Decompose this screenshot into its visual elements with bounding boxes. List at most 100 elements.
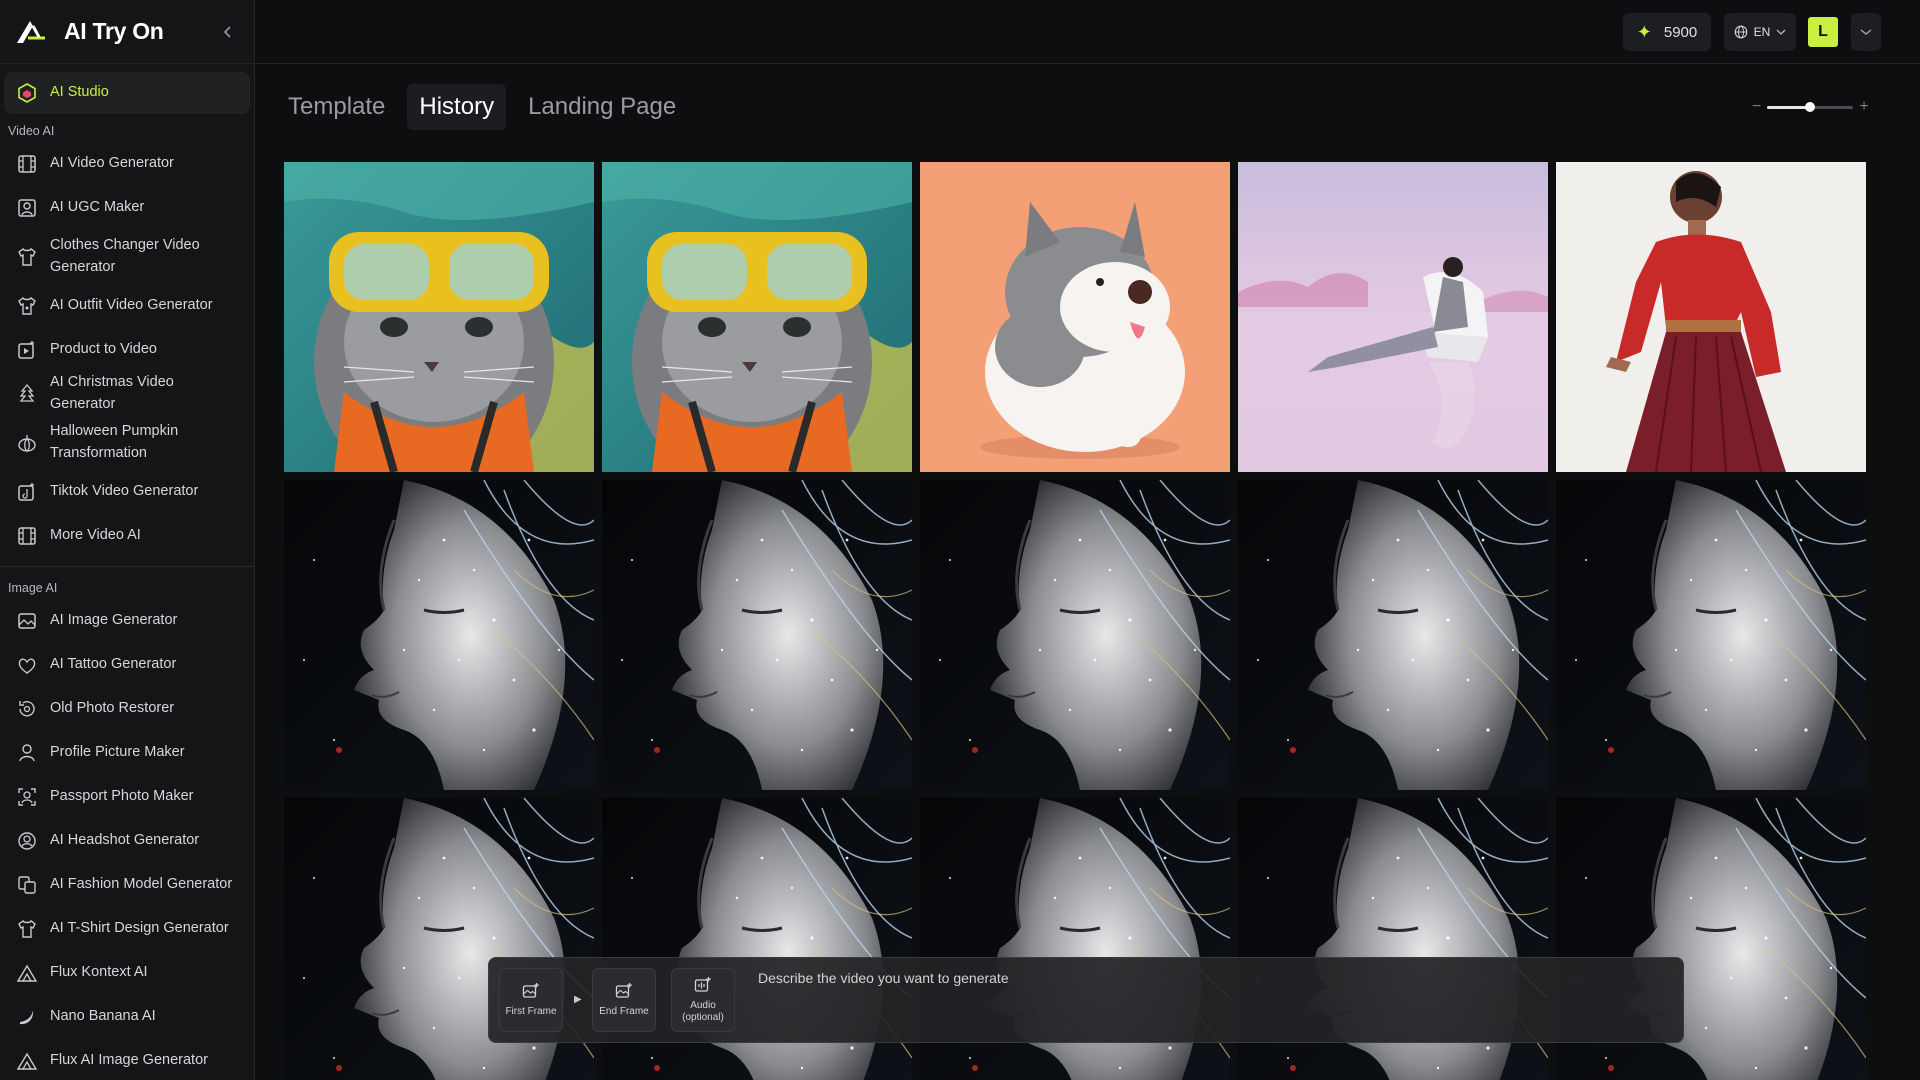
- chevron-down-icon: [1776, 29, 1786, 35]
- sidebar-item-label: Old Photo Restorer: [50, 700, 175, 717]
- sidebar-item-ai-ugc-maker[interactable]: AI UGC Maker: [4, 186, 250, 230]
- thumbnail-image: [920, 480, 1230, 790]
- thumbnail-image: [1238, 162, 1548, 472]
- sidebar-item-label: AI Studio: [50, 84, 109, 101]
- sidebar-item-ai-image-generator[interactable]: AI Image Generator: [4, 599, 250, 643]
- history-thumbnail[interactable]: [1556, 162, 1866, 472]
- sidebar-item-ai-headshot-generator[interactable]: AI Headshot Generator: [4, 819, 250, 863]
- sidebar-item-label: AI Christmas Video Generator: [50, 374, 174, 412]
- credits-badge[interactable]: ✦ 5900: [1623, 13, 1711, 51]
- film-icon: [18, 527, 36, 545]
- history-thumbnail[interactable]: [920, 162, 1230, 472]
- sidebar-item-label: Flux AI Image Generator: [50, 1052, 208, 1069]
- history-thumbnail[interactable]: [602, 480, 912, 790]
- sidebar-item-label: AI Fashion Model Generator: [50, 876, 233, 893]
- sidebar-item-ai-studio[interactable]: AI Studio: [4, 72, 250, 114]
- sidebar-divider: [0, 566, 254, 567]
- zoom-in-button[interactable]: +: [1859, 98, 1868, 116]
- film-icon: [18, 155, 36, 173]
- passport-icon: [18, 788, 36, 806]
- history-thumbnail[interactable]: [284, 480, 594, 790]
- sidebar-item-label: Halloween Pumpkin Transformation: [50, 423, 179, 461]
- history-thumbnail[interactable]: [920, 480, 1230, 790]
- thumbnail-image: [284, 162, 594, 472]
- audio-label: Audio (optional): [682, 999, 724, 1024]
- first-frame-label: First Frame: [505, 1005, 557, 1017]
- history-thumbnail[interactable]: [1238, 162, 1548, 472]
- zoom-slider-fill: [1767, 105, 1811, 109]
- thumbnail-image: [284, 480, 594, 790]
- tab-bar: Template History Landing Page: [276, 84, 688, 130]
- history-thumbnail[interactable]: [1556, 480, 1866, 790]
- tattoo-icon: [18, 658, 36, 674]
- sidebar-item-label: AI Outfit Video Generator: [50, 297, 213, 314]
- shirt-swap-icon: [18, 247, 36, 266]
- sidebar-item-label: Tiktok Video Generator: [50, 483, 199, 500]
- sidebar-item-halloween-pumpkin[interactable]: Halloween Pumpkin Transformation: [4, 416, 250, 470]
- tab-history[interactable]: History: [407, 84, 507, 130]
- sidebar-item-product-to-video[interactable]: Product to Video: [4, 328, 250, 372]
- flux-icon: [16, 1052, 38, 1070]
- language-code: EN: [1753, 25, 1771, 39]
- history-gallery: [284, 162, 1870, 1080]
- thumbnail-image: [1238, 480, 1548, 790]
- history-thumbnail[interactable]: [1238, 480, 1548, 790]
- sidebar-item-label: Clothes Changer Video Generator: [50, 237, 200, 275]
- history-thumbnail[interactable]: [284, 162, 594, 472]
- chevron-down-icon: [1860, 29, 1872, 35]
- sidebar-item-label: Profile Picture Maker: [50, 744, 185, 761]
- prompt-input[interactable]: Describe the video you want to generate: [758, 970, 1009, 986]
- section-label-image-ai: Image AI: [8, 581, 58, 595]
- end-frame-label: End Frame: [599, 1005, 649, 1017]
- banana-icon: [20, 1010, 34, 1025]
- sidebar-item-ai-fashion-model[interactable]: AI Fashion Model Generator: [4, 863, 250, 907]
- sidebar-item-label: AI Image Generator: [50, 612, 178, 629]
- cube-icon: [18, 83, 36, 103]
- sidebar-item-old-photo-restorer[interactable]: Old Photo Restorer: [4, 687, 250, 731]
- zoom-slider[interactable]: [1767, 101, 1854, 112]
- account-menu-button[interactable]: [1851, 13, 1881, 51]
- pumpkin-icon: [18, 435, 36, 452]
- end-frame-button[interactable]: End Frame: [592, 968, 656, 1032]
- tab-template[interactable]: Template: [276, 84, 397, 130]
- add-image-icon: [615, 982, 632, 998]
- zoom-slider-handle[interactable]: [1805, 101, 1816, 112]
- tab-landing-page[interactable]: Landing Page: [516, 84, 688, 130]
- sidebar-item-ai-outfit-video[interactable]: AI Outfit Video Generator: [4, 284, 250, 328]
- thumbnail-image: [1556, 480, 1866, 790]
- sidebar-item-tiktok-video[interactable]: Tiktok Video Generator: [4, 470, 250, 514]
- outfit-icon: [18, 296, 36, 315]
- sidebar-item-flux-kontext-ai[interactable]: Flux Kontext AI: [4, 951, 250, 995]
- history-thumbnail[interactable]: [602, 162, 912, 472]
- zoom-out-button[interactable]: −: [1752, 98, 1761, 116]
- tree-icon: [19, 383, 35, 402]
- sidebar-item-ai-tattoo-generator[interactable]: AI Tattoo Generator: [4, 643, 250, 687]
- sparkle-icon: ✦: [1636, 21, 1652, 42]
- sidebar-nav: AI Studio Video AI AI Video Generator AI…: [0, 64, 254, 1080]
- sidebar-item-label: AI Video Generator: [50, 155, 174, 172]
- sidebar-item-ai-video-generator[interactable]: AI Video Generator: [4, 142, 250, 186]
- person-icon: [19, 744, 35, 762]
- sidebar-item-more-video-ai[interactable]: More Video AI: [4, 514, 250, 558]
- sidebar-item-label: AI T-Shirt Design Generator: [50, 920, 229, 937]
- sidebar-item-clothes-changer-video[interactable]: Clothes Changer Video Generator: [4, 230, 250, 284]
- language-selector[interactable]: EN: [1724, 13, 1796, 51]
- thumbnail-image: [602, 162, 912, 472]
- app-logo-icon: [17, 20, 45, 43]
- avatar[interactable]: L: [1808, 17, 1838, 47]
- audio-upload-button[interactable]: Audio (optional): [671, 968, 735, 1032]
- first-frame-button[interactable]: First Frame: [499, 968, 563, 1032]
- restore-icon: [19, 701, 35, 717]
- sidebar-item-passport-photo-maker[interactable]: Passport Photo Maker: [4, 775, 250, 819]
- sidebar-item-ai-christmas-video[interactable]: AI Christmas Video Generator: [4, 372, 250, 416]
- product-video-icon: [18, 341, 34, 359]
- sidebar-item-flux-ai-image-generator[interactable]: Flux AI Image Generator: [4, 1039, 250, 1080]
- app-title: AI Try On: [64, 18, 164, 44]
- sidebar-item-nano-banana-ai[interactable]: Nano Banana AI: [4, 995, 250, 1039]
- image-icon: [18, 613, 36, 629]
- tiktok-icon: [18, 483, 34, 501]
- chevron-left-icon[interactable]: [218, 22, 238, 42]
- credits-count: 5900: [1663, 23, 1698, 41]
- sidebar-item-ai-tshirt-design[interactable]: AI T-Shirt Design Generator: [4, 907, 250, 951]
- sidebar-item-profile-picture-maker[interactable]: Profile Picture Maker: [4, 731, 250, 775]
